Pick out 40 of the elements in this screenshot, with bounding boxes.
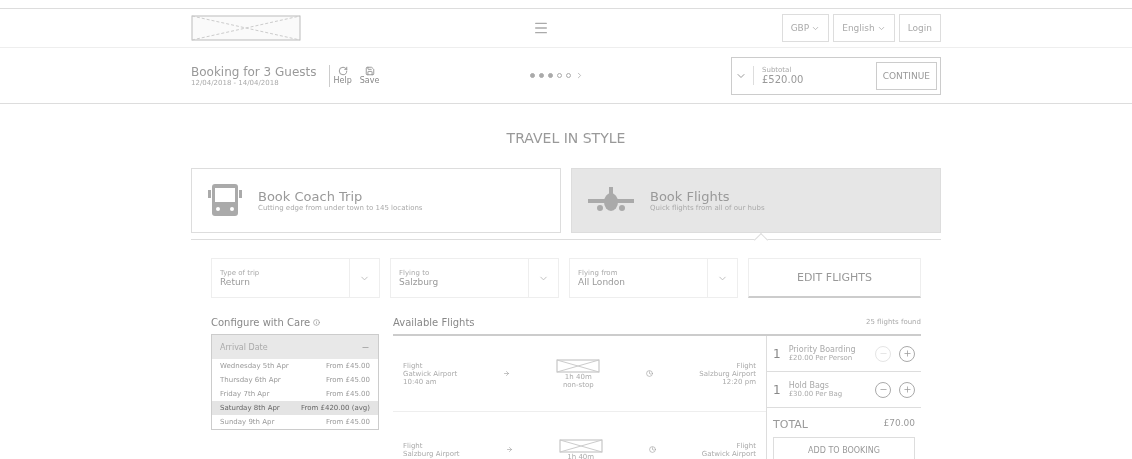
total-label: TOTAL (773, 418, 808, 431)
booking-title: Booking for 3 Guests (191, 64, 317, 79)
language-dropdown[interactable]: English (833, 14, 895, 42)
extra-quantity: 1 (773, 382, 781, 397)
refresh-icon (337, 66, 348, 76)
total-value: £70.00 (883, 418, 915, 430)
plus-icon (902, 385, 912, 394)
edit-flights-button[interactable]: EDIT FLIGHTS (748, 258, 921, 298)
save-button[interactable]: Save (355, 66, 384, 85)
arrow-icon (505, 446, 513, 453)
add-to-booking-button[interactable]: ADD TO BOOKING (773, 437, 915, 459)
accordion-title[interactable]: Arrival Date (220, 342, 268, 352)
arrow-icon (503, 370, 511, 377)
extra-name: Hold Bags (788, 381, 830, 390)
login-button[interactable]: Login (898, 14, 941, 42)
extra-name: Priority Boarding (788, 345, 856, 354)
clock-icon (648, 446, 656, 453)
info-icon[interactable] (313, 318, 321, 326)
tab-title: Book Flights (650, 189, 731, 204)
field-value: Return (220, 277, 251, 287)
save-icon (364, 66, 375, 76)
increase-button[interactable] (899, 381, 915, 398)
plus-icon (902, 349, 912, 358)
help-button[interactable]: Help (329, 66, 356, 85)
decrease-button[interactable] (875, 381, 891, 398)
airline-logo-icon (556, 358, 601, 373)
airline-logo-icon (558, 438, 603, 453)
page-heading: TRAVEL IN STYLE (505, 130, 627, 146)
menu-icon[interactable] (533, 20, 550, 36)
section-title: Available Flights (393, 315, 475, 330)
field-value: Salzburg (399, 277, 440, 287)
field-value: All London (578, 277, 626, 287)
continue-button[interactable]: CONTINUE (875, 61, 937, 90)
currency-dropdown[interactable]: GBP (781, 14, 830, 42)
extra-quantity: 1 (773, 346, 781, 361)
subtotal-value: £520.00 (762, 74, 805, 85)
clock-icon (646, 370, 654, 377)
section-title: Configure with Care (211, 316, 311, 328)
tab-title: Book Coach Trip (258, 189, 364, 204)
increase-button[interactable] (899, 345, 915, 362)
